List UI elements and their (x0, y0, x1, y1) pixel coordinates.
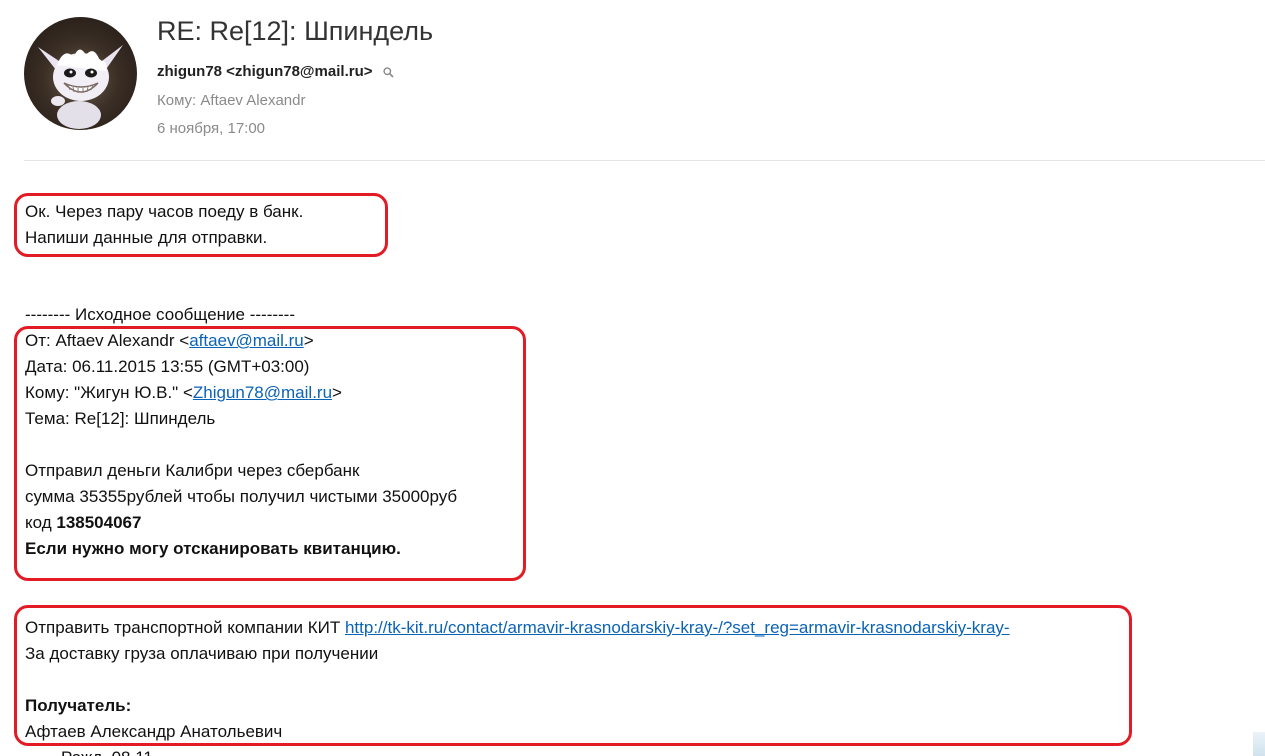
email-date: 6 ноября, 17:00 (157, 120, 266, 137)
highlight-reply (14, 193, 388, 257)
original-separator: -------- Исходное сообщение -------- (25, 305, 295, 324)
search-icon[interactable] (383, 66, 394, 78)
highlight-original (14, 326, 526, 581)
highlight-shipping (14, 605, 1132, 746)
email-subject: RE: Re[12]: Шпиндель (157, 16, 434, 46)
cut-line: Рожд. 08.11... (25, 745, 1010, 756)
header-divider (24, 160, 1265, 161)
sender-avatar[interactable] (24, 17, 137, 130)
sender-line: zhigun78 <zhigun78@mail.ru> (157, 63, 394, 80)
recipient-line: Кому: Aftaev Alexandr (157, 92, 306, 109)
email-view: RE: Re[12]: Шпиндель zhigun78 <zhigun78@… (0, 0, 1265, 756)
avatar-creature-icon (38, 45, 123, 129)
scroll-corner (1253, 732, 1265, 756)
sender-address[interactable]: zhigun78 <zhigun78@mail.ru> (157, 63, 373, 80)
